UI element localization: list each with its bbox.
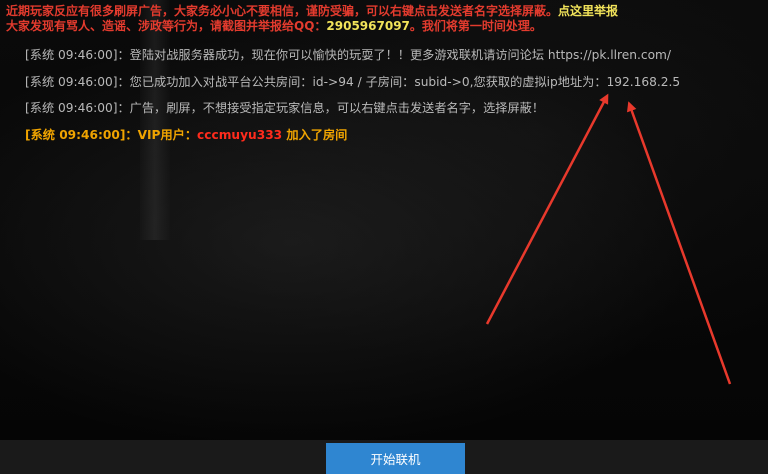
annotation-arrows [485, 93, 732, 385]
start-connect-button[interactable]: 开始联机 [326, 443, 465, 474]
arrow-right [626, 101, 732, 385]
arrow-left [485, 93, 609, 325]
